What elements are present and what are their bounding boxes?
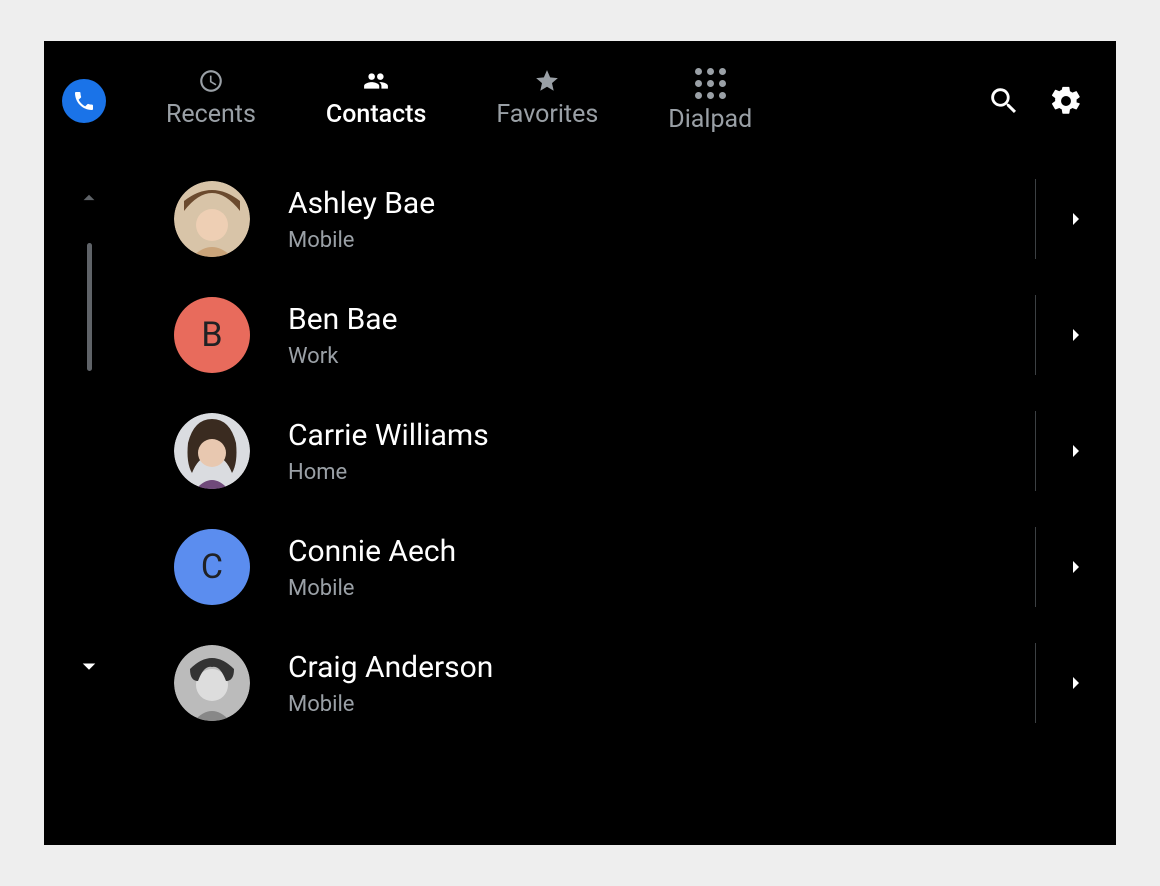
chevron-up-icon xyxy=(76,185,102,211)
contact-detail-button[interactable] xyxy=(1046,555,1106,579)
tab-bar: Recents Contacts Favorites Dialpad xyxy=(166,68,752,134)
contact-name: Carrie Williams xyxy=(288,418,1035,454)
chevron-right-icon xyxy=(1064,439,1088,463)
dialpad-icon xyxy=(695,68,726,99)
contact-subtitle: Mobile xyxy=(288,692,1035,717)
avatar-letter: B xyxy=(201,315,222,355)
avatar: B xyxy=(174,297,250,373)
avatar xyxy=(174,413,250,489)
contact-name: Connie Aech xyxy=(288,534,1035,570)
contact-info: Ben Bae Work xyxy=(288,302,1035,369)
contact-row[interactable]: Carrie Williams Home xyxy=(134,393,1106,509)
tab-recents-label: Recents xyxy=(166,100,256,129)
phone-icon xyxy=(72,89,96,113)
contact-info: Craig Anderson Mobile xyxy=(288,650,1035,717)
contact-name: Ben Bae xyxy=(288,302,1035,338)
tab-contacts-label: Contacts xyxy=(326,100,426,129)
contact-detail-button[interactable] xyxy=(1046,439,1106,463)
star-icon xyxy=(534,68,560,94)
contact-name: Craig Anderson xyxy=(288,650,1035,686)
row-divider xyxy=(1035,527,1036,607)
tab-dialpad[interactable]: Dialpad xyxy=(668,68,752,134)
people-icon xyxy=(361,68,391,94)
search-icon xyxy=(987,84,1021,118)
avatar-letter: C xyxy=(201,547,223,587)
contact-row[interactable]: Craig Anderson Mobile xyxy=(134,625,1106,741)
avatar-photo xyxy=(174,645,250,721)
search-button[interactable] xyxy=(982,79,1026,123)
contact-subtitle: Home xyxy=(288,460,1035,485)
contact-info: Connie Aech Mobile xyxy=(288,534,1035,601)
row-divider xyxy=(1035,295,1036,375)
contact-info: Carrie Williams Home xyxy=(288,418,1035,485)
avatar: C xyxy=(174,529,250,605)
tab-contacts[interactable]: Contacts xyxy=(326,68,426,134)
clock-icon xyxy=(198,68,224,94)
scroll-rail xyxy=(44,161,134,845)
phone-app-window: Recents Contacts Favorites Dialpad xyxy=(44,41,1116,845)
chevron-right-icon xyxy=(1064,323,1088,347)
tab-favorites[interactable]: Favorites xyxy=(496,68,598,134)
contact-detail-button[interactable] xyxy=(1046,671,1106,695)
settings-button[interactable] xyxy=(1044,79,1088,123)
contact-subtitle: Work xyxy=(288,344,1035,369)
tab-recents[interactable]: Recents xyxy=(166,68,256,134)
row-divider xyxy=(1035,411,1036,491)
contact-name: Ashley Bae xyxy=(288,186,1035,222)
contact-detail-button[interactable] xyxy=(1046,207,1106,231)
scroll-thumb[interactable] xyxy=(87,243,92,371)
contact-row[interactable]: B Ben Bae Work xyxy=(134,277,1106,393)
tab-favorites-label: Favorites xyxy=(496,100,598,129)
chevron-right-icon xyxy=(1064,671,1088,695)
avatar-photo xyxy=(174,181,250,257)
chevron-right-icon xyxy=(1064,207,1088,231)
scroll-up-button[interactable] xyxy=(76,185,102,215)
chevron-down-icon xyxy=(74,651,104,681)
chevron-right-icon xyxy=(1064,555,1088,579)
gear-icon xyxy=(1049,84,1083,118)
tab-dialpad-label: Dialpad xyxy=(668,105,752,134)
scroll-down-button[interactable] xyxy=(74,651,104,685)
contacts-list[interactable]: Ashley Bae Mobile B Ben Bae Work xyxy=(134,161,1116,845)
contact-row[interactable]: C Connie Aech Mobile xyxy=(134,509,1106,625)
row-divider xyxy=(1035,179,1036,259)
contact-subtitle: Mobile xyxy=(288,576,1035,601)
contact-info: Ashley Bae Mobile xyxy=(288,186,1035,253)
content-area: Ashley Bae Mobile B Ben Bae Work xyxy=(44,161,1116,845)
contact-detail-button[interactable] xyxy=(1046,323,1106,347)
contact-subtitle: Mobile xyxy=(288,228,1035,253)
top-bar: Recents Contacts Favorites Dialpad xyxy=(44,41,1116,161)
avatar xyxy=(174,181,250,257)
row-divider xyxy=(1035,643,1036,723)
avatar-photo xyxy=(174,413,250,489)
contact-row[interactable]: Ashley Bae Mobile xyxy=(134,161,1106,277)
avatar xyxy=(174,645,250,721)
phone-button[interactable] xyxy=(62,79,106,123)
